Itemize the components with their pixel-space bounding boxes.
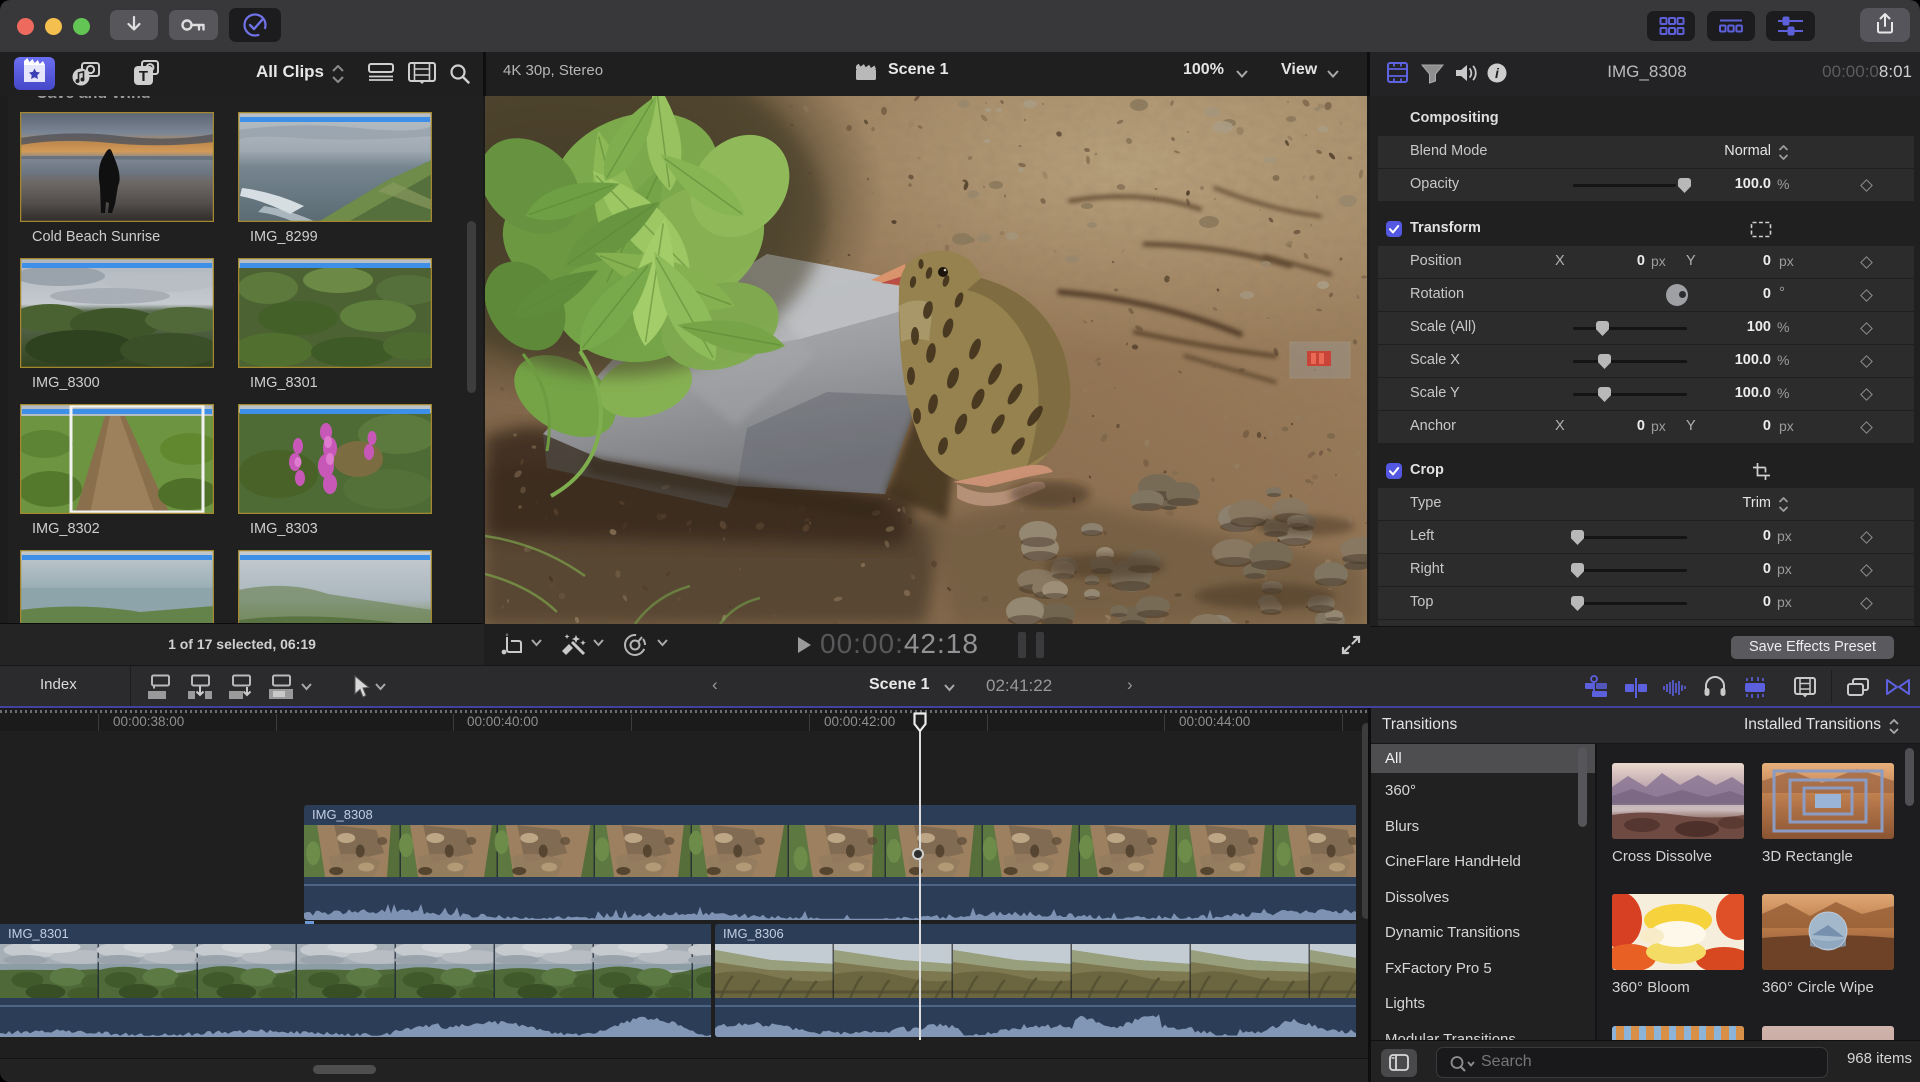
svg-text:T: T — [139, 68, 148, 85]
